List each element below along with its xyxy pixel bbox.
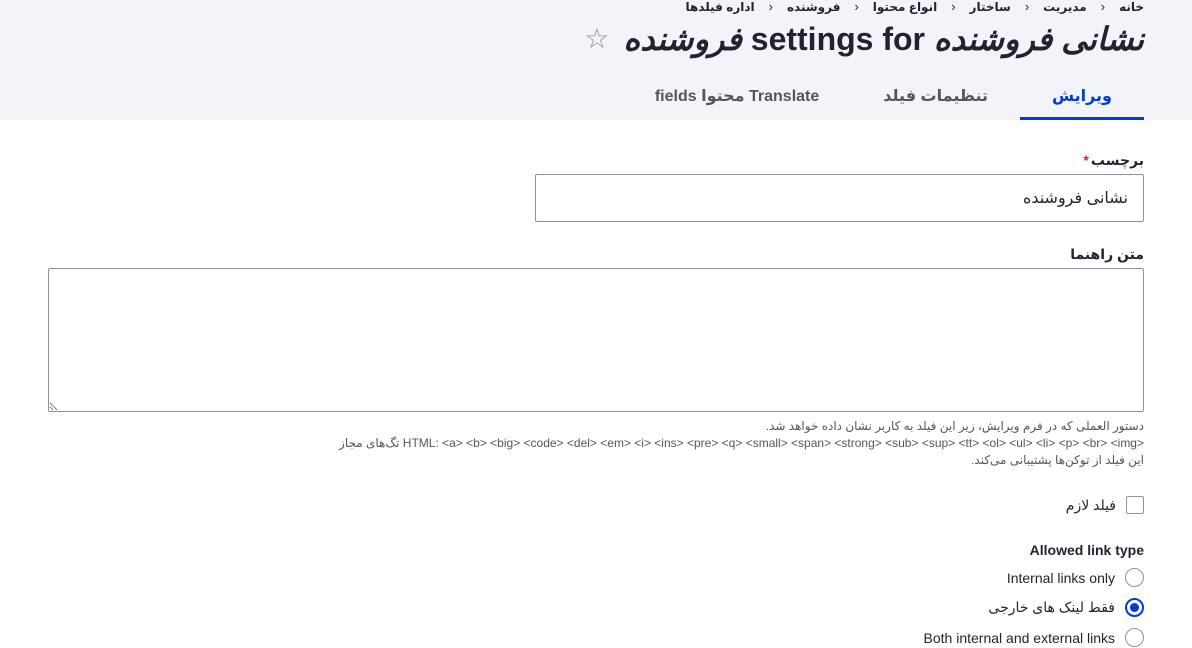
required-field-checkbox[interactable] [1126, 496, 1144, 514]
breadcrumb-chevron-icon: ‹ [768, 0, 773, 14]
help-text-textarea[interactable] [48, 268, 1144, 412]
required-field-label: فیلد لازم [1065, 496, 1116, 513]
breadcrumb-manage-fields[interactable]: اداره فیلدها [685, 0, 754, 15]
label-field-label: برچسب* [1083, 152, 1144, 169]
radio-internal-label: Internal links only [1006, 569, 1115, 586]
tabs: ویرایش تنظیمات فیلد Translate محتوا fiel… [623, 74, 1145, 120]
breadcrumb-chevron-icon: ‹ [854, 0, 859, 14]
label-field-label-text: برچسب [1090, 152, 1144, 168]
radio-both-label: Both internal and external links [923, 629, 1115, 646]
tokens-support-line: این فیلد از توکن‌ها پشتیبانی می‌کند. [971, 453, 1144, 467]
breadcrumb-administration[interactable]: مدیریت [1043, 0, 1087, 15]
radio-option-both[interactable]: Both internal and external links [924, 628, 1144, 647]
radio-internal-links[interactable] [1125, 568, 1144, 587]
page-title-bundle-name: فروشنده [623, 21, 742, 57]
breadcrumb-content-types[interactable]: انواع محتوا [873, 0, 937, 15]
radio-option-internal[interactable]: Internal links only [1007, 568, 1144, 587]
breadcrumb-structure[interactable]: ساختار [970, 0, 1011, 15]
radio-both-links[interactable] [1125, 628, 1144, 647]
link-type-legend: Allowed link type [1029, 542, 1144, 558]
page-title-settings-for: settings for [750, 21, 925, 57]
radio-external-links[interactable] [1125, 598, 1144, 617]
help-text-label: متن راهنما [1070, 246, 1144, 262]
tab-field-settings[interactable]: تنظیمات فیلد [851, 74, 1020, 120]
radio-external-label: فقط لینک های خارجی [988, 599, 1115, 615]
breadcrumb-chevron-icon: ‹ [951, 0, 956, 14]
breadcrumb-vendor[interactable]: فروشنده [787, 0, 841, 15]
page-title-field-name: نشانی فروشنده [933, 21, 1144, 57]
required-field-option: فیلد لازم [1066, 496, 1144, 514]
help-text-description-line: دستور العملی که در فرم ویرایش، زیر این ف… [765, 419, 1144, 433]
required-marker: * [1083, 152, 1089, 168]
title-row: نشانی فروشنده settings for فروشنده ☆ [584, 18, 1144, 60]
tab-edit[interactable]: ویرایش [1019, 74, 1145, 120]
page-title: نشانی فروشنده settings for فروشنده [623, 18, 1144, 60]
allowed-tags-line: <HTML: <a> <b> <big> <code> <del> <em> <… [339, 436, 1144, 450]
breadcrumb-chevron-icon: ‹ [1024, 0, 1030, 14]
breadcrumb-chevron-icon: ‹ [1100, 0, 1106, 14]
radio-option-external[interactable]: فقط لینک های خارجی [988, 598, 1144, 617]
tab-translate-fields[interactable]: Translate محتوا fields [623, 74, 851, 120]
page-header: خانه ‹ مدیریت ‹ ساختار ‹ انواع محتوا ‹ ف… [0, 0, 1192, 120]
star-outline-icon[interactable]: ☆ [584, 18, 609, 60]
label-input[interactable] [535, 174, 1144, 222]
help-text-description: دستور العملی که در فرم ویرایش، زیر این ف… [339, 418, 1144, 469]
breadcrumb-home[interactable]: خانه [1119, 0, 1144, 15]
breadcrumb: خانه ‹ مدیریت ‹ ساختار ‹ انواع محتوا ‹ ف… [685, 0, 1144, 15]
